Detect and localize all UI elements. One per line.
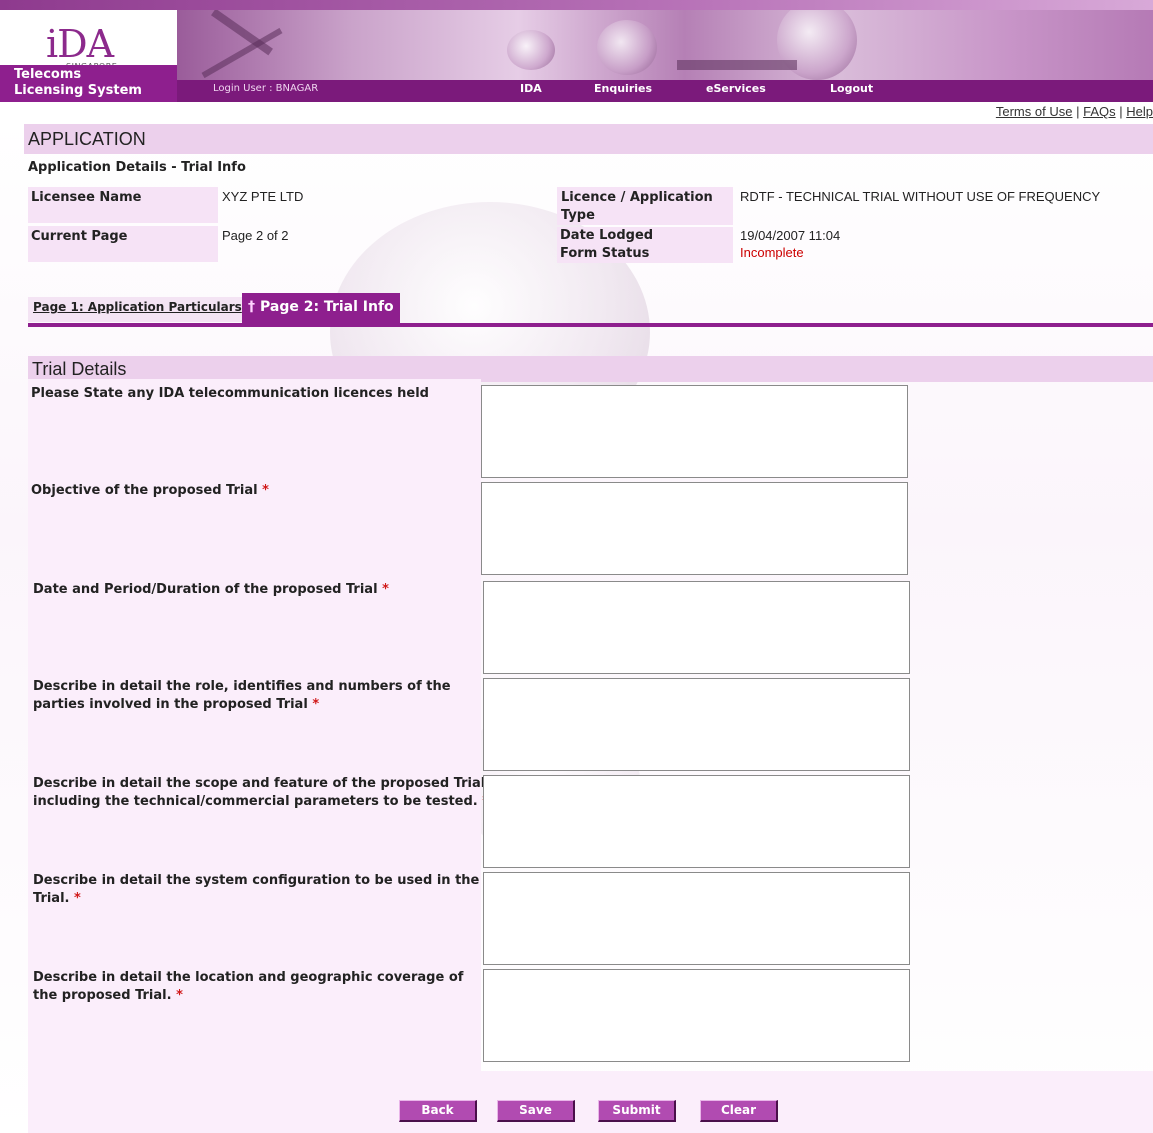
- question-text: Date and Period/Duration of the proposed…: [33, 582, 378, 597]
- logo-text: iDA: [46, 22, 114, 66]
- date-period-input[interactable]: [483, 581, 910, 674]
- active-tab-marker: †: [248, 299, 255, 315]
- required-marker: *: [382, 582, 389, 597]
- login-user: Login User : BNAGAR: [213, 83, 319, 94]
- current-page-label: Current Page: [28, 226, 218, 262]
- question-text-line2: parties involved in the proposed Trial: [33, 697, 308, 712]
- nav-eservices[interactable]: eServices: [706, 82, 766, 95]
- licence-type-value: RDTF - TECHNICAL TRIAL WITHOUT USE OF FR…: [740, 189, 1101, 204]
- scope-input[interactable]: [483, 775, 910, 868]
- question-text: Objective of the proposed Trial: [31, 483, 258, 498]
- question-scope: Describe in detail the scope and feature…: [33, 775, 490, 811]
- question-location: Describe in detail the location and geog…: [33, 969, 463, 1005]
- form-status-value: Incomplete: [740, 245, 804, 260]
- tab-page2-trial-info[interactable]: † Page 2: Trial Info: [242, 293, 400, 324]
- question-text-line1: Describe in detail the location and geog…: [33, 970, 464, 985]
- header-top-stripe: [0, 0, 1153, 10]
- tab-underline: [28, 323, 1153, 327]
- submit-button[interactable]: Submit: [598, 1100, 676, 1122]
- tab-page1-particulars[interactable]: Page 1: Application Particulars: [28, 297, 247, 322]
- application-header: APPLICATION: [24, 124, 1153, 154]
- question-system-config: Describe in detail the system configurat…: [33, 872, 479, 908]
- header-banner: iDA SINGAPORE Telecoms Licensing System …: [0, 0, 1153, 102]
- system-name-line1: Telecoms: [14, 67, 82, 82]
- terms-link[interactable]: Terms of Use: [996, 104, 1073, 119]
- licensee-name-label: Licensee Name: [28, 187, 218, 223]
- nav-logout[interactable]: Logout: [830, 82, 873, 95]
- required-marker: *: [74, 891, 81, 906]
- form-status-label: Form Status: [557, 245, 733, 263]
- required-marker: *: [312, 697, 320, 712]
- application-subtitle: Application Details - Trial Info: [28, 160, 246, 175]
- current-page-value: Page 2 of 2: [222, 228, 289, 243]
- clear-button[interactable]: Clear: [700, 1100, 778, 1122]
- system-name-line2: Licensing System: [14, 83, 142, 98]
- licences-held-input[interactable]: [481, 385, 908, 478]
- question-text-line1: Describe in detail the role, identifies …: [33, 679, 451, 694]
- date-lodged-value: 19/04/2007 11:04: [740, 228, 841, 243]
- nav-bar: [177, 80, 1153, 102]
- date-lodged-label: Date Lodged: [557, 227, 733, 245]
- question-text-line2: including the technical/commercial param…: [33, 794, 478, 809]
- system-config-input[interactable]: [483, 872, 910, 965]
- separator: |: [1076, 104, 1080, 119]
- help-link[interactable]: Help: [1126, 104, 1153, 119]
- question-text-line2: the proposed Trial.: [33, 988, 172, 1003]
- question-text-line1: Describe in detail the system configurat…: [33, 873, 480, 888]
- save-button[interactable]: Save: [497, 1100, 575, 1122]
- banner-image: [177, 10, 1153, 80]
- nav-enquiries[interactable]: Enquiries: [594, 82, 652, 95]
- licensee-name-value: XYZ PTE LTD: [222, 189, 304, 204]
- separator: |: [1119, 104, 1123, 119]
- question-parties: Describe in detail the role, identifies …: [33, 678, 451, 714]
- faqs-link[interactable]: FAQs: [1083, 104, 1116, 119]
- question-licences-held: Please State any IDA telecommunication l…: [31, 385, 429, 403]
- question-text-line2: Trial.: [33, 891, 70, 906]
- question-date-period: Date and Period/Duration of the proposed…: [33, 581, 389, 599]
- parties-input[interactable]: [483, 678, 910, 771]
- required-marker: *: [262, 483, 269, 498]
- location-input[interactable]: [483, 969, 910, 1062]
- back-button[interactable]: Back: [399, 1100, 477, 1122]
- objective-input[interactable]: [481, 482, 908, 575]
- system-name: Telecoms Licensing System: [14, 67, 142, 99]
- ida-logo: iDA SINGAPORE: [0, 10, 177, 71]
- top-links: Terms of Use | FAQs | Help: [996, 104, 1153, 119]
- question-text: Please State any IDA telecommunication l…: [31, 386, 429, 401]
- question-text-line1: Describe in detail the scope and feature…: [33, 776, 491, 791]
- tab-page2-label: Page 2: Trial Info: [260, 299, 394, 315]
- required-marker: *: [176, 988, 183, 1003]
- nav-ida[interactable]: IDA: [520, 82, 542, 95]
- licence-type-label: Licence / Application Type: [557, 187, 733, 225]
- question-objective: Objective of the proposed Trial *: [31, 482, 269, 500]
- button-bar: [28, 1071, 1153, 1133]
